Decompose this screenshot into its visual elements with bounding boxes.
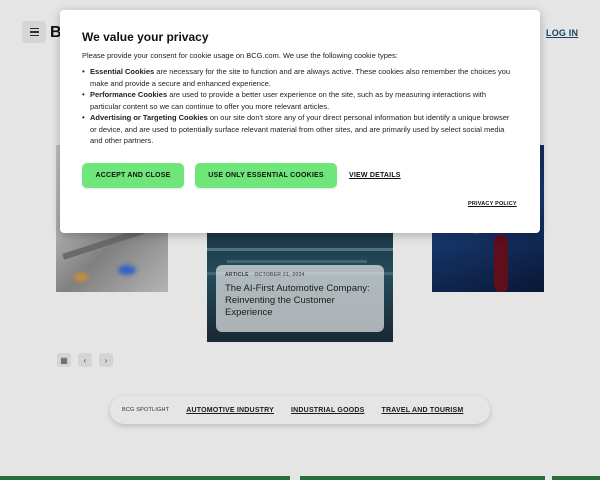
- cookie-type-essential: Essential Cookies are necessary for the …: [82, 66, 518, 89]
- cookie-type-list: Essential Cookies are necessary for the …: [82, 66, 518, 147]
- cookie-type-advertising: Advertising or Targeting Cookies on our …: [82, 112, 518, 147]
- consent-button-row: ACCEPT AND CLOSE USE ONLY ESSENTIAL COOK…: [82, 163, 401, 188]
- dialog-intro: Please provide your consent for cookie u…: [82, 51, 398, 60]
- use-essential-cookies-button[interactable]: USE ONLY ESSENTIAL COOKIES: [195, 163, 337, 188]
- cookie-consent-dialog: We value your privacy Please provide you…: [60, 10, 540, 233]
- view-details-link[interactable]: VIEW DETAILS: [349, 172, 401, 179]
- cookie-type-performance: Performance Cookies are used to provide …: [82, 89, 518, 112]
- dialog-title: We value your privacy: [82, 30, 209, 44]
- privacy-policy-link[interactable]: PRIVACY POLICY: [468, 201, 517, 207]
- accept-and-close-button[interactable]: ACCEPT AND CLOSE: [82, 163, 184, 188]
